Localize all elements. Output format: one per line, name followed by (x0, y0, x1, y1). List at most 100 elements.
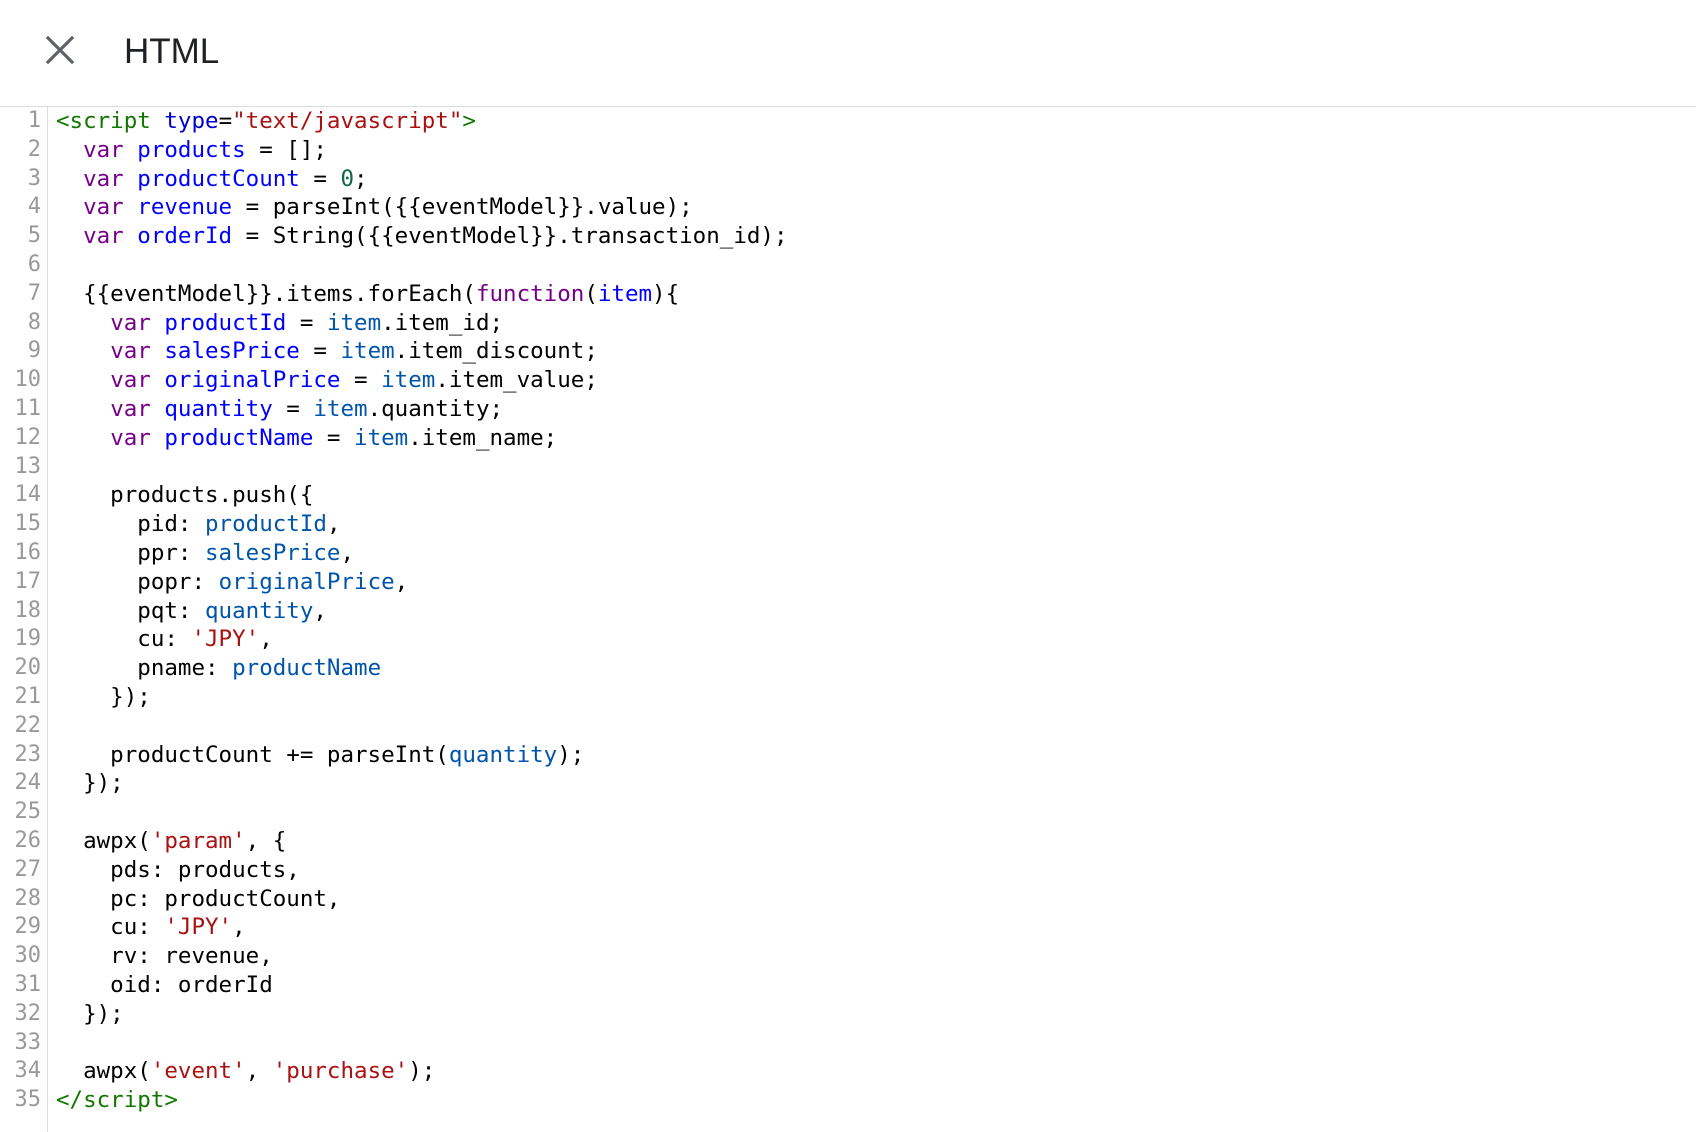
code-token: </script (56, 1087, 165, 1114)
line-number: 35 (14, 1087, 42, 1113)
code-line: pqt: quantity, (56, 597, 1696, 626)
code-token: <script (56, 108, 151, 134)
line-number: 16 (14, 540, 42, 565)
code-token: , (313, 597, 327, 624)
line-number: 12 (14, 424, 42, 450)
code-line: }); (56, 1000, 1696, 1029)
code-editor[interactable]: 1 2 3 4 5 6 7 8 9 10 11 12 13 14 15 16 17 18 19 20 21 22 23 24 2… (0, 107, 1696, 1132)
code-line: oid: orderId (56, 971, 1696, 1000)
code-line: var orderId = String({{eventModel}}.tran… (56, 222, 1696, 251)
code-line: pc: productCount, (56, 885, 1696, 914)
code-line: var productCount = 0; (56, 165, 1696, 194)
code-token: productName (164, 424, 314, 451)
code-token: awpx( (56, 1058, 151, 1085)
code-token: pid: (56, 511, 206, 538)
code-token: ppr: (56, 539, 206, 566)
code-token: 'JPY' (164, 914, 233, 941)
code-token: 'purchase' (272, 1058, 409, 1085)
line-number: 34 (14, 1058, 42, 1084)
line-number: 1 (27, 108, 41, 133)
code-token: var (83, 165, 124, 192)
code-token: = (340, 367, 382, 394)
code-token: = []; (245, 136, 327, 163)
code-token: var (110, 309, 151, 336)
code-token: , (232, 914, 246, 941)
line-number: 28 (14, 885, 42, 911)
code-token: , (326, 511, 341, 538)
code-token: ); (408, 1058, 436, 1085)
code-token: , (245, 1058, 273, 1085)
code-token: products.push({ (56, 482, 314, 509)
dialog-title: HTML (124, 32, 220, 71)
code-token: var (83, 136, 124, 163)
dialog-header: HTML (0, 0, 1696, 107)
code-token: item (381, 367, 436, 394)
code-token: , (394, 568, 409, 595)
code-token: productId (205, 511, 327, 538)
code-line: pid: productId, (56, 510, 1696, 539)
line-number: 5 (27, 223, 41, 249)
code-token: pds: products, (56, 856, 300, 883)
code-line: }); (56, 769, 1696, 798)
code-token: ( (584, 280, 598, 307)
code-token: orderId (137, 223, 233, 250)
code-token: pname: (56, 655, 233, 682)
code-token: item (354, 424, 409, 451)
code-token: salesPrice (205, 539, 341, 566)
code-token: {{eventModel}}.items.forEach( (56, 280, 476, 307)
close-button[interactable] (36, 26, 84, 74)
line-number: 4 (27, 194, 41, 220)
line-number: 24 (14, 770, 42, 796)
code-content[interactable]: <script type="text/javascript"> var prod… (56, 107, 1696, 1115)
code-line: }); (56, 683, 1696, 712)
close-icon[interactable] (36, 26, 84, 74)
code-token: 'param' (150, 827, 246, 854)
code-token: ){ (652, 280, 680, 307)
code-token: salesPrice (164, 338, 300, 365)
line-number: 3 (27, 165, 41, 191)
code-token: 'JPY' (191, 626, 260, 653)
code-token: var (83, 194, 124, 221)
code-token: var (110, 338, 151, 365)
code-token: , (340, 539, 355, 566)
code-token: = (299, 338, 341, 365)
code-token: = (299, 165, 341, 192)
line-number: 32 (14, 1000, 42, 1026)
line-number: 21 (14, 684, 42, 709)
line-number: 17 (14, 568, 42, 594)
code-token: .item_id; (381, 309, 504, 336)
code-token: productCount (137, 165, 300, 192)
line-number: 26 (14, 828, 42, 853)
code-token: pqt: (56, 597, 206, 624)
code-token: = (218, 108, 233, 134)
code-token: quantity (205, 597, 314, 624)
code-line: var salesPrice = item.item_discount; (56, 337, 1696, 366)
code-token: = parseInt({{eventModel}}.value); (232, 194, 693, 221)
code-token: var (83, 223, 124, 250)
code-line: popr: originalPrice, (56, 568, 1696, 597)
code-token: revenue (137, 194, 233, 221)
code-token: > (462, 108, 476, 134)
code-token: .quantity; (367, 395, 504, 422)
code-line: cu: 'JPY', (56, 625, 1696, 654)
code-token: 0 (340, 165, 355, 192)
code-token: = (272, 395, 314, 422)
code-token: }); (56, 683, 151, 710)
code-token: originalPrice (164, 367, 341, 394)
line-number: 22 (14, 712, 42, 738)
